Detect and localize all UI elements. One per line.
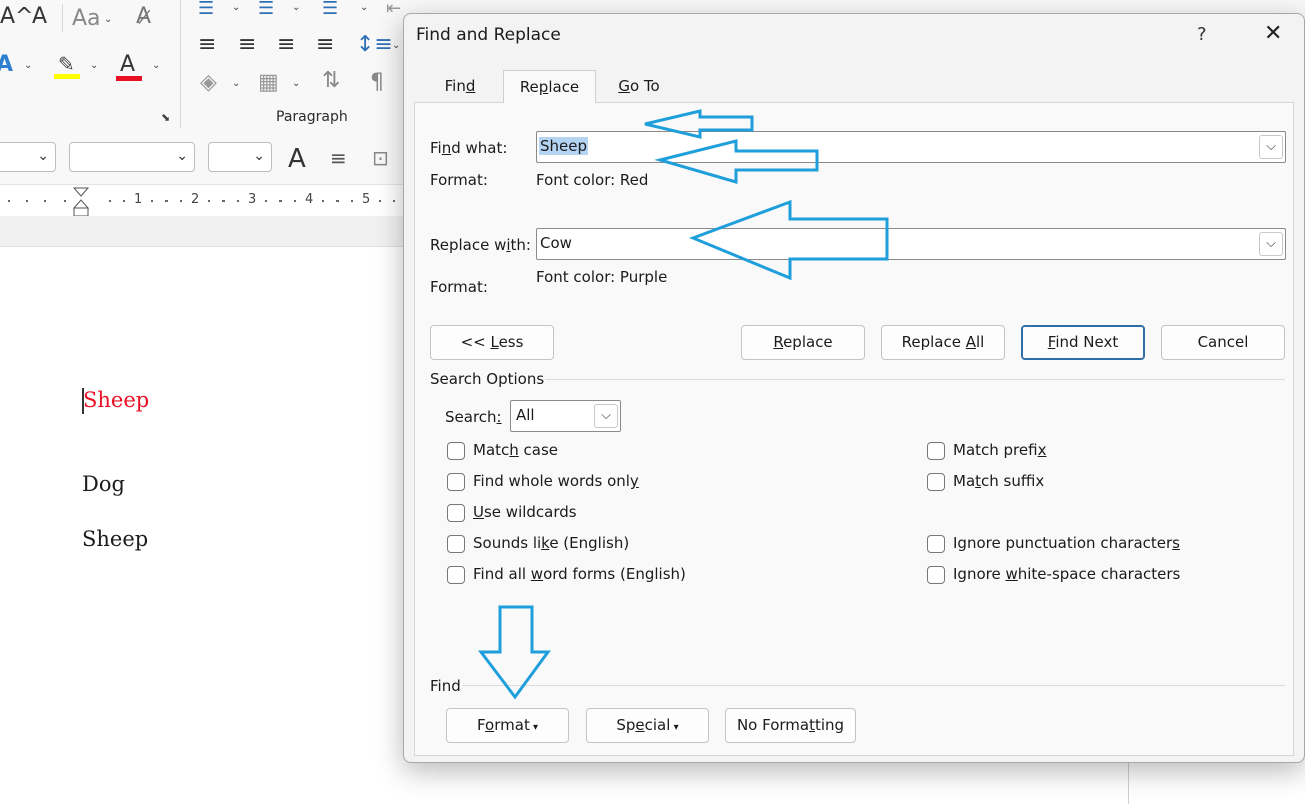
access-key: p xyxy=(538,78,549,96)
label-part: Re xyxy=(519,78,539,96)
annotation-arrows xyxy=(477,109,889,700)
annotation-arrow xyxy=(477,605,551,700)
annotation-arrow xyxy=(688,199,889,281)
annotation-arrow xyxy=(644,109,754,139)
tab-replace[interactable]: Replace xyxy=(503,70,596,103)
annotation-arrow xyxy=(654,139,819,184)
label-part: lace xyxy=(548,78,580,96)
